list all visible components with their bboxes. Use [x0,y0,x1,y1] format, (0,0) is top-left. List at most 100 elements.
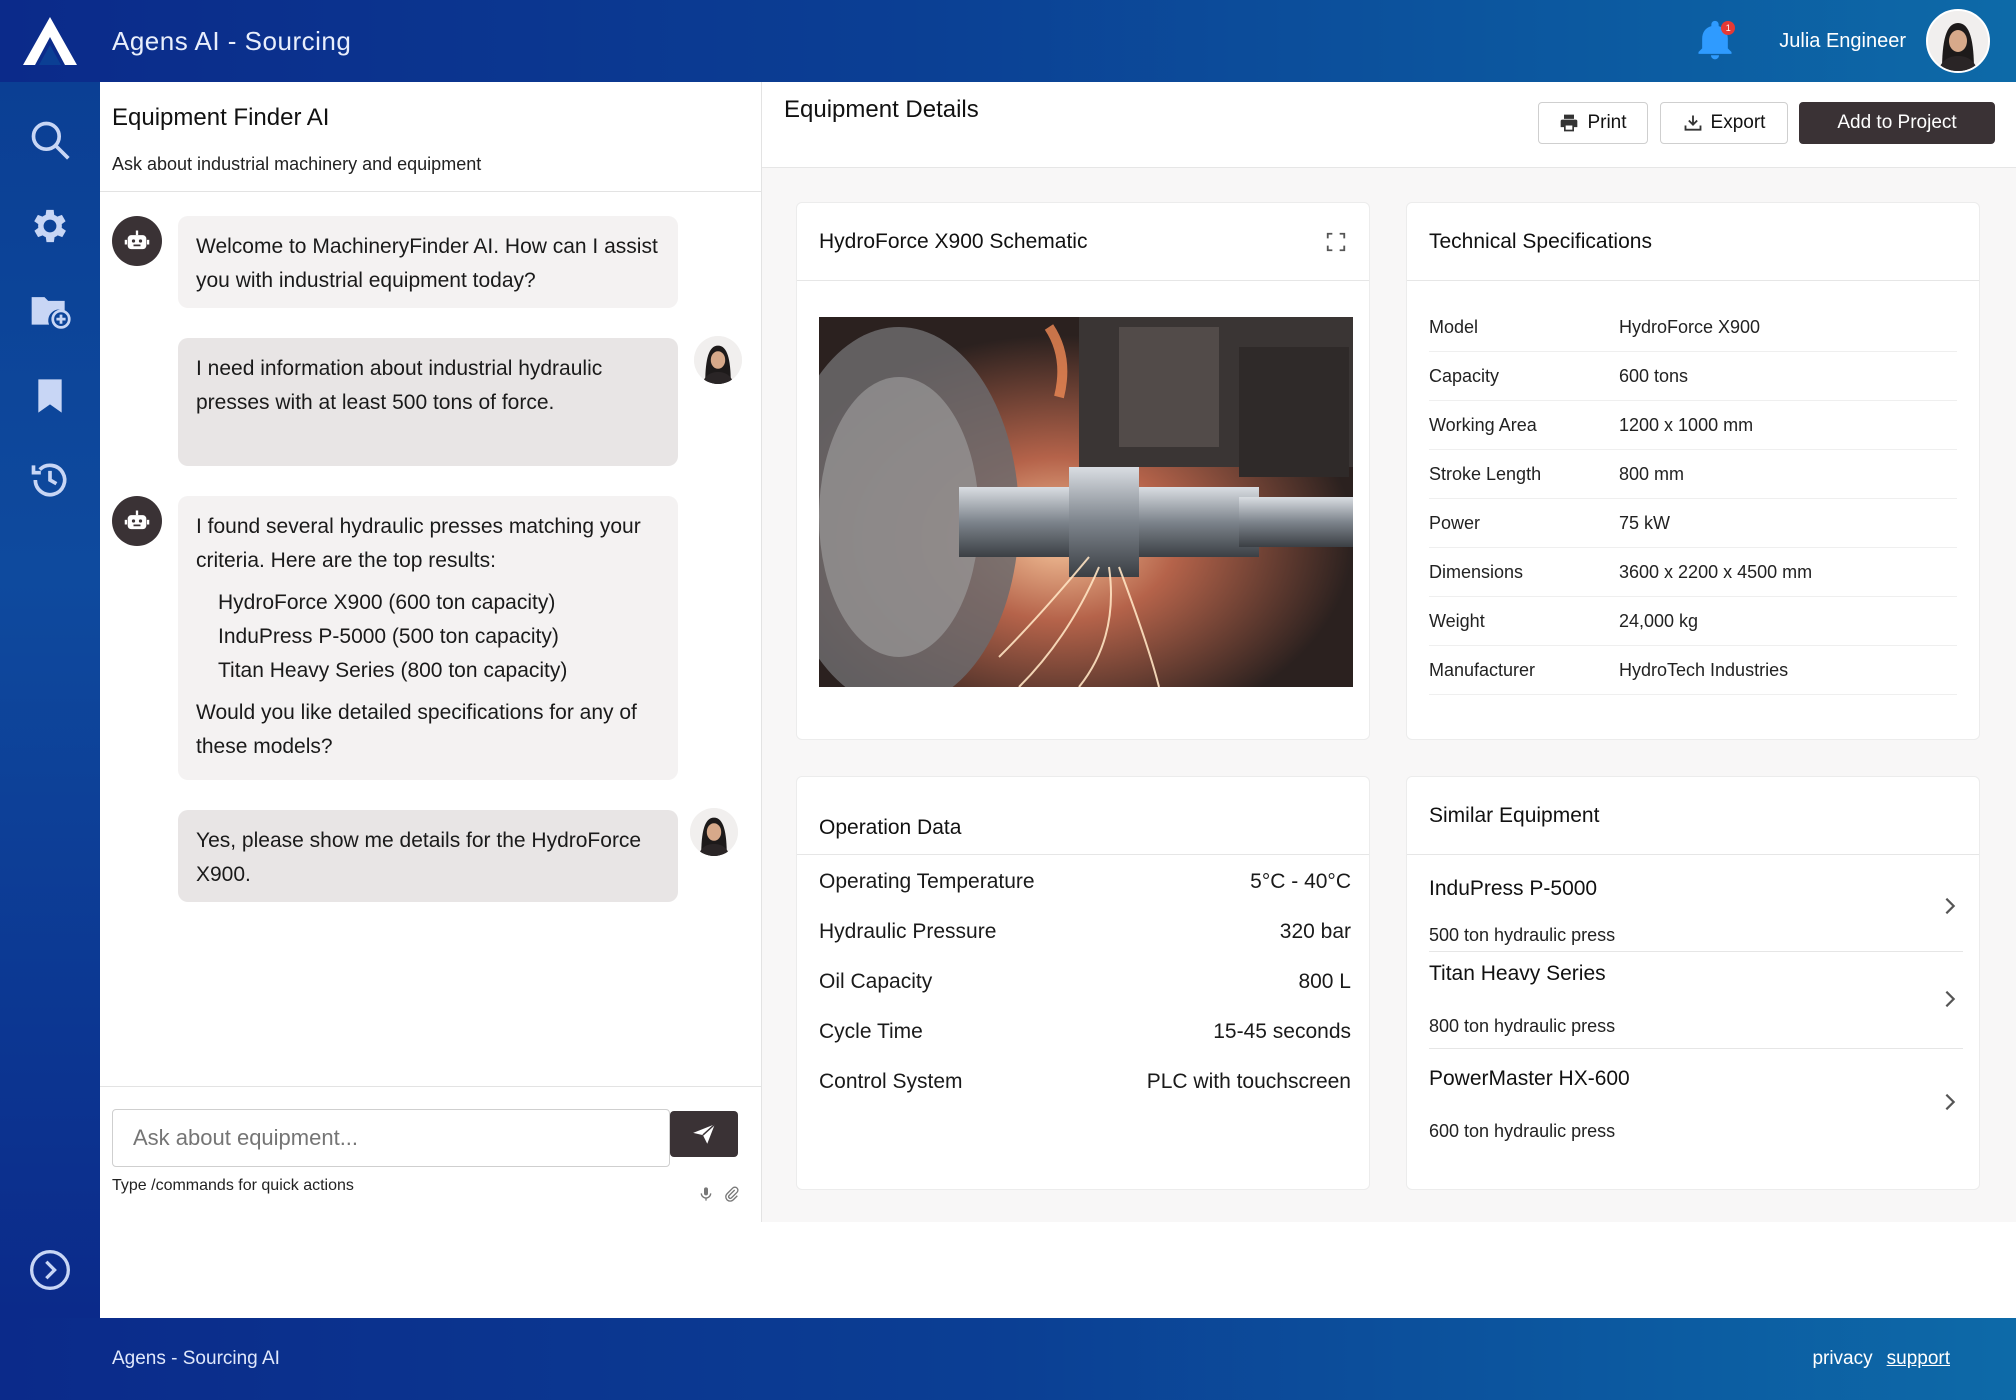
export-button[interactable]: Export [1660,102,1788,144]
history-icon [31,463,67,497]
bot-avatar [112,216,162,266]
spec-key: Power [1429,512,1481,533]
similar-item-desc: 600 ton hydraulic press [1429,1121,1616,1141]
spec-key: Manufacturer [1429,659,1536,680]
similar-item-indupress[interactable]: InduPress P-5000 500 ton hydraulic press [1429,855,1963,952]
specs-table: Model HydroForce X900 Capacity 600 tons Wo… [1407,281,1979,695]
logo-icon [23,17,77,65]
add-to-project-button[interactable]: Add to Project [1799,102,1995,144]
avatar-icon [694,336,742,384]
sidebar-item-history[interactable] [26,456,74,504]
attachment-icon[interactable] [724,1185,740,1203]
sidebar-item-new-folder[interactable] [26,286,74,334]
spec-row: Manufacturer HydroTech Industries [1429,646,1957,695]
print-label: Print [1587,112,1627,133]
fullscreen-icon[interactable] [1325,231,1347,253]
search-icon [31,121,70,160]
schematic-title: HydroForce X900 Schematic [819,229,1088,253]
technical-specs-card: Technical Specifications Model HydroForce… [1406,202,1980,740]
similar-card-header: Similar Equipment [1407,777,1979,855]
user-message-avatar [690,808,738,856]
spec-value: 24,000 kg [1619,610,1699,631]
spec-value: 75 kW [1619,512,1671,533]
chat-title: Equipment Finder AI [112,104,330,131]
operation-key: Cycle Time [819,1020,923,1043]
chat-message-user: I need information about industrial hydr… [178,338,678,466]
user-message-avatar [694,336,742,384]
gear-icon [34,209,66,243]
similar-title: Similar Equipment [1429,803,1600,827]
similar-item-powermaster[interactable]: PowerMaster HX-600 600 ton hydraulic pre… [1429,1049,1963,1146]
operation-table: Operating Temperature 5°C - 40°C Hydrauli… [797,855,1369,1107]
chevron-right-icon [1945,1093,1956,1111]
details-title: Equipment Details [784,96,979,123]
sidebar-item-settings[interactable] [26,202,74,250]
printer-icon [1561,114,1578,132]
chevron-right-icon [1945,897,1956,915]
chat-message-user: Yes, please show me details for the Hydr… [178,810,678,902]
chat-message-bot: I found several hydraulic presses matchi… [178,496,678,780]
spec-row: Dimensions 3600 x 2200 x 4500 mm [1429,548,1957,597]
operation-row: Operating Temperature 5°C - 40°C [819,857,1351,907]
chat-input-area: Type /commands for quick actions [100,1086,762,1222]
similar-item-desc: 800 ton hydraulic press [1429,1016,1616,1036]
spec-value: 3600 x 2200 x 4500 mm [1619,561,1813,582]
app-title: Agens AI - Sourcing [112,25,352,56]
operation-key: Operating Temperature [819,870,1035,893]
spec-row: Weight 24,000 kg [1429,597,1957,646]
folder-add-icon [31,297,71,329]
operation-value: 320 bar [1279,920,1351,943]
operation-key: Control System [819,1070,963,1093]
spec-value: 1200 x 1000 mm [1619,414,1754,435]
sidebar [0,82,100,1318]
chevron-right-circle-icon [30,1250,70,1290]
support-link[interactable]: support [1887,1348,1950,1370]
microphone-icon[interactable] [698,1185,714,1203]
similar-equipment-card: Similar Equipment InduPress P-5000 500 t… [1406,776,1980,1190]
command-hint: Type /commands for quick actions [112,1177,354,1194]
spec-value: 800 mm [1619,463,1685,484]
robot-icon [124,230,150,250]
chat-input[interactable] [112,1109,670,1167]
operation-data-card: Operation Data Operating Temperature 5°C … [796,776,1370,1190]
bot-avatar [112,496,162,546]
spec-key: Model [1429,316,1479,337]
operation-key: Hydraulic Pressure [819,920,997,943]
sidebar-item-search[interactable] [26,116,74,164]
specs-title: Technical Specifications [1429,229,1652,253]
spec-value: HydroForce X900 [1619,316,1761,337]
avatar-icon [1928,11,1988,71]
avatar-icon [690,808,738,856]
bookmark-icon [38,379,62,413]
spec-row: Model HydroForce X900 [1429,303,1957,352]
chat-message-bot: Welcome to MachineryFinder AI. How can I… [178,216,678,308]
specs-card-header: Technical Specifications [1407,203,1979,281]
print-button[interactable]: Print [1538,102,1648,144]
chat-header: Equipment Finder AI Ask about industrial… [100,82,761,192]
operation-row: Control System PLC with touchscreen [819,1057,1351,1107]
details-header: Equipment Details Print Export Add to Pr… [762,82,2016,168]
message-intro: I found several hydraulic presses matchi… [196,515,641,572]
spec-key: Working Area [1429,414,1537,435]
sidebar-item-bookmarks[interactable] [26,372,74,420]
send-button[interactable] [670,1111,738,1157]
similar-item-name: Titan Heavy Series [1429,962,1606,985]
footer: Agens - Sourcing AI privacy support [0,1318,2016,1400]
privacy-link[interactable]: privacy [1812,1348,1872,1370]
similar-item-desc: 500 ton hydraulic press [1429,925,1616,945]
equipment-details-panel: Equipment Details Print Export Add to Pr… [762,82,2016,1222]
app-logo[interactable] [0,0,100,82]
user-name: Julia Engineer [1779,29,1906,52]
similar-item-titan[interactable]: Titan Heavy Series 800 ton hydraulic pre… [1429,952,1963,1049]
operation-value: 800 L [1298,970,1351,993]
sidebar-expand-button[interactable] [26,1246,74,1294]
notifications-button[interactable]: 1 [1693,19,1737,63]
operation-key: Oil Capacity [819,970,933,993]
result-item: Titan Heavy Series (800 ton capacity) [218,659,568,682]
footer-title: Agens - Sourcing AI [112,1348,280,1369]
robot-icon [124,510,150,530]
user-avatar[interactable] [1926,9,1990,73]
spec-value: 600 tons [1619,365,1689,386]
spec-key: Stroke Length [1429,463,1542,484]
operation-value: 15-45 seconds [1213,1020,1351,1043]
